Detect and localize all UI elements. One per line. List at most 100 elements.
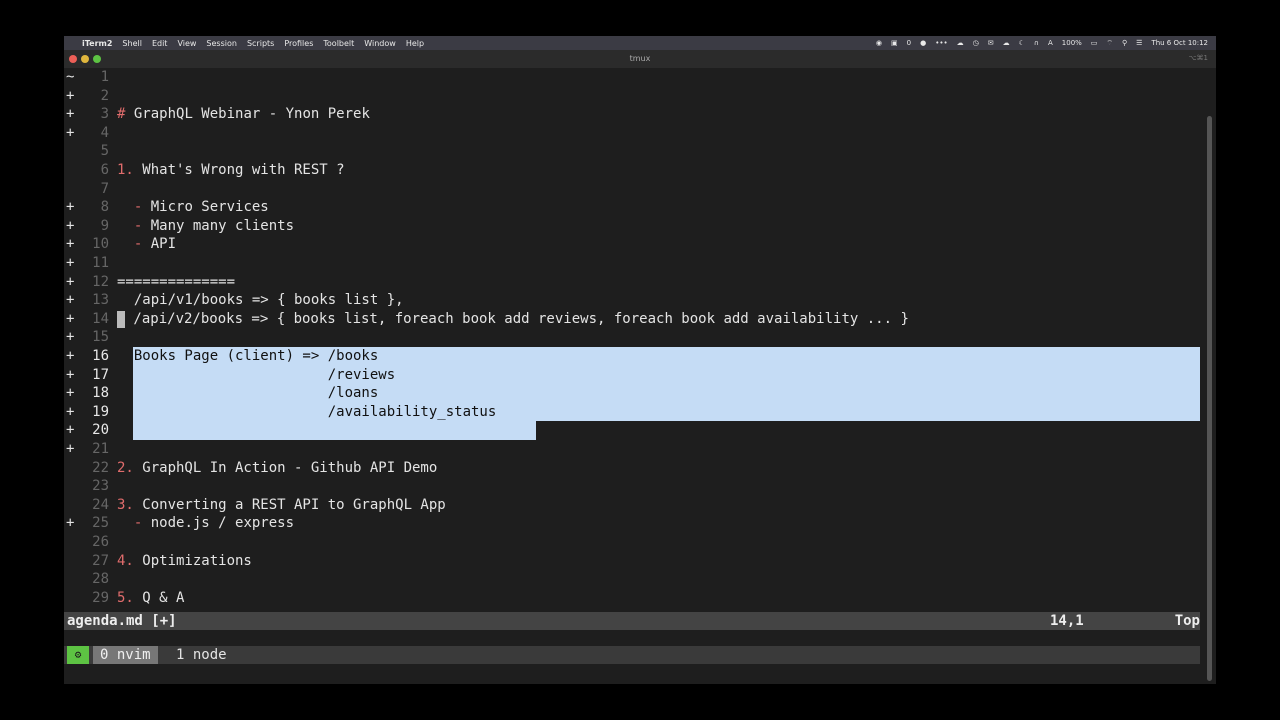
line-number: 27 bbox=[92, 552, 109, 569]
tmux-window-nvim[interactable]: 0 nvim bbox=[93, 646, 158, 664]
line-number: 9 bbox=[100, 217, 109, 234]
line-text: /reviews bbox=[117, 366, 396, 383]
diff-sign: + bbox=[66, 403, 75, 420]
editor-line[interactable]: +4 bbox=[64, 124, 1200, 143]
nvim-statusline: agenda.md [+] 14,1 Top bbox=[64, 612, 1200, 630]
editor-line[interactable]: 23 bbox=[64, 477, 1200, 496]
line-number: 6 bbox=[100, 162, 109, 178]
diff-sign: + bbox=[66, 310, 75, 327]
editor-line[interactable]: +19 /availability_status bbox=[64, 402, 1200, 422]
diff-sign: + bbox=[66, 273, 75, 290]
menu-profiles[interactable]: Profiles bbox=[284, 39, 313, 48]
editor-line[interactable]: +10 - API bbox=[64, 235, 1200, 254]
visual-selection bbox=[133, 421, 536, 440]
line-number: 25 bbox=[92, 515, 109, 532]
menubar-clock[interactable]: Thu 6 Oct 10:12 bbox=[1151, 39, 1208, 47]
cloud-icon[interactable]: ☁ bbox=[957, 39, 964, 47]
editor-line[interactable]: +21 bbox=[64, 440, 1200, 459]
line-number: 19 bbox=[92, 403, 109, 420]
diff-sign: + bbox=[66, 199, 75, 216]
editor-cursor bbox=[117, 310, 125, 328]
clock-icon[interactable]: ◷ bbox=[973, 39, 979, 47]
editor-line[interactable]: +25 - node.js / express bbox=[64, 514, 1200, 533]
editor-line[interactable]: 26 bbox=[64, 533, 1200, 552]
editor-line[interactable]: +9 - Many many clients bbox=[64, 217, 1200, 236]
nvim-editor-buffer[interactable]: ~1 +2 +3 # GraphQL Webinar - Ynon Perek +4 5 6… bbox=[64, 68, 1200, 612]
terminal-scrollbar[interactable] bbox=[1207, 116, 1212, 681]
screen-record-icon[interactable]: ◉ bbox=[876, 39, 882, 47]
menu-shell[interactable]: Shell bbox=[122, 39, 142, 48]
notes-icon[interactable]: ▣ bbox=[891, 39, 898, 47]
line-text: # GraphQL Webinar - Ynon Perek bbox=[117, 106, 370, 123]
line-number: 22 bbox=[92, 459, 109, 476]
diff-sign: + bbox=[66, 348, 75, 364]
menu-view[interactable]: View bbox=[177, 39, 196, 48]
window-title: tmux bbox=[629, 54, 651, 63]
more-dots-icon[interactable]: ••• bbox=[935, 39, 947, 47]
line-number: 29 bbox=[92, 589, 109, 606]
editor-line[interactable]: +18 /loans bbox=[64, 384, 1200, 403]
window-shortcut: ⌥⌘1 bbox=[1188, 54, 1208, 62]
tmux-window-node[interactable]: 1 node bbox=[176, 646, 227, 664]
line-number: 7 bbox=[100, 180, 109, 197]
editor-line[interactable]: ~1 bbox=[64, 68, 1200, 87]
markdown-marker: - bbox=[117, 236, 143, 253]
editor-line[interactable]: +14 /api/v2/books => { books list, forea… bbox=[64, 310, 1200, 329]
diff-sign: + bbox=[66, 236, 75, 253]
line-number: 3 bbox=[100, 106, 109, 123]
moon-icon[interactable]: ☾ bbox=[1019, 39, 1025, 47]
weather-icon[interactable]: ☁ bbox=[1003, 39, 1010, 47]
menu-scripts[interactable]: Scripts bbox=[247, 39, 274, 48]
editor-line[interactable]: 29 5. Q & A bbox=[64, 589, 1200, 608]
editor-line[interactable]: +13 /api/v1/books => { books list }, bbox=[64, 291, 1200, 310]
diff-sign: + bbox=[66, 292, 75, 309]
markdown-marker: # bbox=[117, 106, 126, 123]
menu-toolbelt[interactable]: Toolbelt bbox=[323, 39, 354, 48]
editor-line[interactable]: +15 bbox=[64, 328, 1200, 347]
input-source-icon[interactable]: A bbox=[1048, 39, 1053, 47]
line-number: 21 bbox=[92, 441, 109, 457]
line-number: 23 bbox=[92, 478, 109, 495]
headphones-icon[interactable]: ∩ bbox=[1034, 39, 1039, 47]
editor-line[interactable]: 6 1. What's Wrong with REST ? bbox=[64, 161, 1200, 180]
line-text: Books Page (client) => /books bbox=[117, 348, 379, 364]
menu-session[interactable]: Session bbox=[206, 39, 237, 48]
editor-line[interactable]: 24 3. Converting a REST API to GraphQL Ap… bbox=[64, 496, 1200, 515]
markdown-marker: 3. bbox=[117, 496, 134, 513]
editor-line[interactable]: +16 Books Page (client) => /books bbox=[64, 347, 1200, 366]
editor-line[interactable]: +8 - Micro Services bbox=[64, 198, 1200, 217]
menu-window[interactable]: Window bbox=[364, 39, 396, 48]
spotlight-search-icon[interactable]: ⚲ bbox=[1122, 39, 1127, 47]
line-text: 4. Optimizations bbox=[117, 552, 252, 569]
editor-line[interactable]: +3 # GraphQL Webinar - Ynon Perek bbox=[64, 105, 1200, 124]
battery-icon[interactable]: ▭ bbox=[1091, 39, 1098, 47]
play-icon[interactable]: ● bbox=[920, 39, 926, 47]
editor-line[interactable]: +20 bbox=[64, 421, 1200, 440]
editor-line[interactable]: 7 bbox=[64, 180, 1200, 199]
editor-line[interactable]: 27 4. Optimizations bbox=[64, 552, 1200, 571]
menubar-status-area: ◉ ▣ 0 ● ••• ☁ ◷ ✉ ☁ ☾ ∩ A 100% ▭ ⌔ ⚲ ☰ T… bbox=[876, 36, 1208, 50]
wifi-icon[interactable]: ⌔ bbox=[1106, 39, 1113, 48]
editor-line[interactable]: 5 bbox=[64, 142, 1200, 161]
window-titlebar: tmux ⌥⌘1 bbox=[64, 50, 1216, 68]
line-number: 18 bbox=[92, 385, 109, 402]
menu-edit[interactable]: Edit bbox=[152, 39, 168, 48]
macos-menubar: iTerm2 Shell Edit View Session Scripts P… bbox=[64, 36, 1216, 50]
editor-line[interactable]: 22 2. GraphQL In Action - Github API Demo bbox=[64, 459, 1200, 478]
line-number: 5 bbox=[100, 143, 109, 160]
line-text: - node.js / express bbox=[117, 515, 295, 532]
mail-icon[interactable]: ✉ bbox=[988, 39, 994, 47]
control-center-icon[interactable]: ☰ bbox=[1136, 39, 1142, 47]
diff-sign: + bbox=[66, 106, 75, 123]
editor-line[interactable]: +2 bbox=[64, 87, 1200, 106]
line-text: - API bbox=[117, 236, 177, 253]
editor-line[interactable]: 28 bbox=[64, 570, 1200, 589]
battery-percentage[interactable]: 100% bbox=[1062, 39, 1082, 47]
editor-line[interactable]: +12 ============== bbox=[64, 273, 1200, 292]
menubar-counter[interactable]: 0 bbox=[907, 39, 911, 47]
editor-line[interactable]: +17 /reviews bbox=[64, 365, 1200, 385]
menu-help[interactable]: Help bbox=[406, 39, 424, 48]
markdown-marker: - bbox=[117, 199, 143, 216]
editor-line[interactable]: +11 bbox=[64, 254, 1200, 273]
menu-app-name[interactable]: iTerm2 bbox=[82, 39, 112, 48]
